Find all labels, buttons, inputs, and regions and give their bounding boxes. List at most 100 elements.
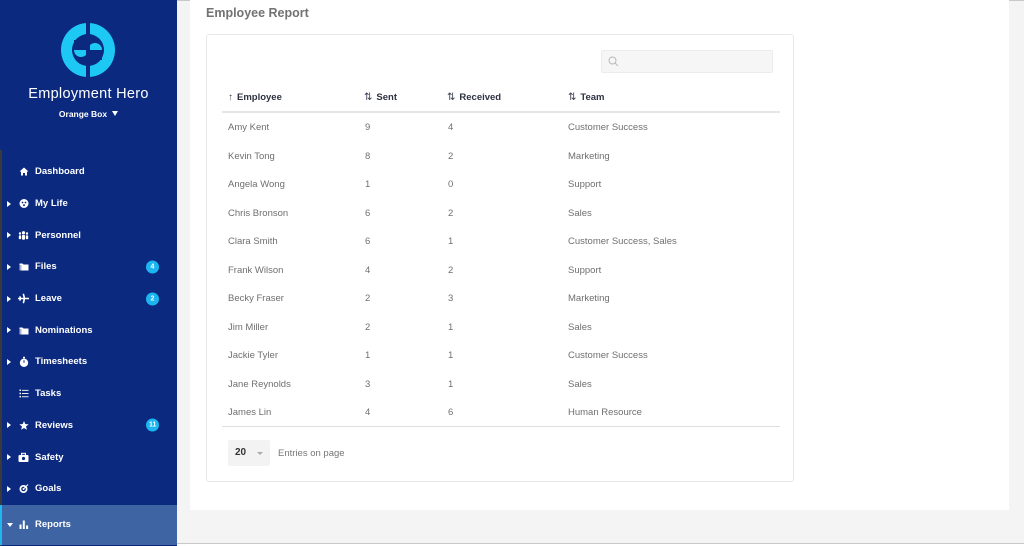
sidebar-item-files[interactable]: Files 4 (0, 251, 177, 283)
team-cell: Sales (568, 378, 592, 390)
smiley-icon (18, 198, 29, 209)
received-cell: 4 (448, 122, 454, 133)
received-cell: 1 (448, 378, 454, 390)
employee-cell: Amy Kent (228, 122, 270, 133)
sidebar-item-nominations[interactable]: Nominations (0, 314, 177, 346)
people-icon (18, 230, 29, 241)
sent-cell: 6 (365, 207, 371, 219)
sidebar-item-timesheets[interactable]: Timesheets (0, 346, 177, 378)
column-header-sent[interactable]: ⇅ Sent (364, 92, 397, 103)
sort-icon: ⇅ (568, 92, 577, 103)
expand-arrow-icon (7, 232, 11, 239)
report-card: ↑ Employee ⇅ Sent ⇅ Received ⇅ Team Amy Kent… (206, 34, 794, 482)
sidebar-item-tasks[interactable]: Tasks (0, 378, 177, 410)
sidebar-item-label: Goals (35, 483, 62, 495)
organization-switcher[interactable]: Orange Box (0, 109, 177, 119)
column-header-received[interactable]: ⇅ Received (447, 92, 501, 103)
received-cell: 6 (448, 407, 454, 418)
table-header: ↑ Employee ⇅ Sent ⇅ Received ⇅ Team (222, 87, 780, 113)
table-row[interactable]: Angela Wong 1 0 Support (222, 172, 780, 201)
table-bottom-divider (222, 426, 780, 427)
sent-cell: 6 (365, 236, 371, 247)
expand-arrow-icon (7, 263, 11, 270)
received-cell: 2 (448, 207, 454, 219)
sidebar-item-safety[interactable]: Safety (0, 441, 177, 473)
sidebar-item-goals[interactable]: Goals (0, 473, 177, 505)
sent-cell: 3 (365, 378, 371, 390)
sidebar-item-label: Timesheets (35, 356, 88, 368)
sort-icon: ⇅ (447, 92, 456, 103)
column-header-team[interactable]: ⇅ Team (568, 92, 605, 103)
sent-cell: 4 (365, 264, 371, 276)
list-icon (18, 388, 29, 399)
team-cell: Support (568, 264, 602, 276)
table-row[interactable]: Jane Reynolds 3 1 Sales (222, 372, 780, 401)
team-cell: Customer Success (568, 122, 648, 133)
sidebar-item-label: Personnel (35, 229, 81, 241)
team-cell: Customer Success, Sales (568, 236, 677, 247)
table-row[interactable]: Amy Kent 9 4 Customer Success (222, 115, 780, 144)
first-aid-icon (18, 452, 29, 463)
page-size-select[interactable]: 20 (228, 440, 270, 466)
employee-cell: Becky Fraser (228, 293, 284, 304)
table-row[interactable]: Clara Smith 6 1 Customer Success, Sales (222, 229, 780, 258)
employee-cell: James Lin (228, 407, 272, 418)
table-row[interactable]: James Lin 4 6 Human Resource (222, 400, 780, 429)
employee-cell: Frank Wilson (228, 264, 284, 276)
sidebar-item-reports[interactable]: Reports (0, 504, 177, 545)
sidebar-item-personnel[interactable]: Personnel (0, 219, 177, 251)
sent-cell: 1 (365, 350, 371, 361)
collapse-arrow-icon (7, 523, 13, 528)
page-title: Employee Report (206, 6, 309, 20)
sidebar-item-label: Nominations (35, 324, 93, 336)
chevron-down-icon (257, 452, 263, 455)
received-cell: 3 (448, 293, 454, 304)
search-box[interactable] (601, 50, 773, 73)
notification-badge: 2 (146, 292, 159, 306)
employee-cell: Jane Reynolds (228, 378, 291, 390)
table-body: Amy Kent 9 4 Customer Success Kevin Tong 8 2 Ma… (222, 115, 780, 429)
expand-arrow-icon (7, 454, 11, 461)
column-label: Received (459, 92, 502, 103)
folder-icon (18, 261, 29, 272)
sidebar-item-my-life[interactable]: My Life (0, 188, 177, 220)
table-row[interactable]: Kevin Tong 8 2 Marketing (222, 144, 780, 173)
sidebar-item-leave[interactable]: Leave 2 (0, 283, 177, 315)
table-row[interactable]: Jim Miller 2 1 Sales (222, 315, 780, 344)
employee-cell: Angela Wong (228, 179, 285, 190)
notification-badge: 11 (146, 418, 160, 432)
sidebar-item-dashboard[interactable]: Dashboard (0, 156, 177, 188)
received-cell: 0 (448, 179, 454, 190)
sent-cell: 8 (365, 150, 371, 162)
team-cell: Sales (568, 321, 592, 333)
table-row[interactable]: Becky Fraser 2 3 Marketing (222, 286, 780, 315)
column-label: Team (580, 92, 605, 103)
notification-badge: 4 (146, 260, 159, 274)
target-icon (18, 483, 29, 494)
sent-cell: 2 (365, 321, 371, 333)
table-row[interactable]: Jackie Tyler 1 1 Customer Success (222, 343, 780, 372)
organization-name: Orange Box (58, 109, 108, 119)
team-cell: Human Resource (568, 407, 642, 418)
column-header-employee[interactable]: ↑ Employee (228, 92, 282, 103)
expand-arrow-icon (7, 422, 11, 429)
bar-chart-icon (18, 519, 29, 530)
received-cell: 1 (448, 321, 454, 333)
sidebar-item-label: Dashboard (35, 166, 85, 178)
column-label: Employee (237, 92, 282, 103)
employee-cell: Clara Smith (228, 236, 278, 247)
caret-down-icon (112, 111, 119, 116)
sidebar-nav: Dashboard My Life Personnel Files 4 Leav… (0, 156, 177, 545)
column-label: Sent (376, 92, 397, 103)
table-row[interactable]: Chris Bronson 6 2 Sales (222, 201, 780, 230)
expand-arrow-icon (7, 485, 11, 492)
team-cell: Marketing (568, 293, 610, 304)
table-row[interactable]: Frank Wilson 4 2 Support (222, 258, 780, 287)
sidebar-item-label: My Life (35, 198, 68, 210)
sidebar-item-reviews[interactable]: Reviews 11 (0, 410, 177, 442)
search-input[interactable] (624, 51, 769, 72)
sidebar-item-label: Reviews (35, 419, 74, 431)
expand-arrow-icon (7, 200, 11, 207)
employee-cell: Chris Bronson (228, 207, 289, 219)
team-cell: Support (568, 179, 602, 190)
